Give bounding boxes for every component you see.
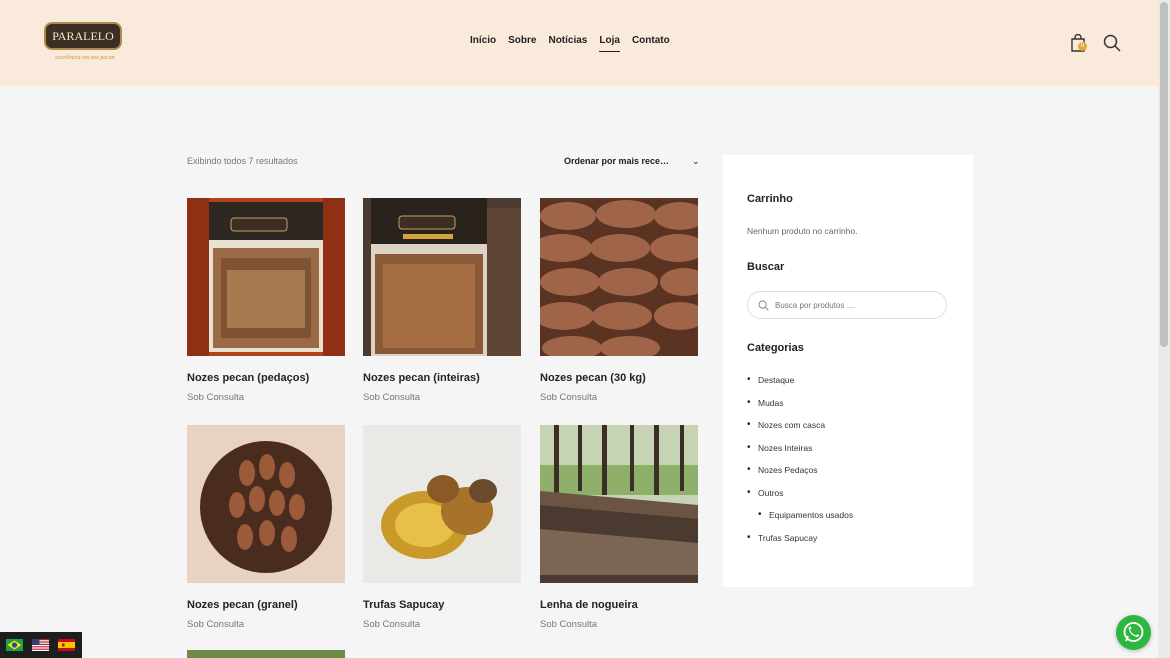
product-image[interactable] xyxy=(540,198,698,356)
product-image[interactable] xyxy=(540,425,698,583)
product-price: Sob Consulta xyxy=(187,619,245,630)
scroll-thumb[interactable] xyxy=(1160,2,1168,347)
cart-widget-title: Carrinho xyxy=(747,193,793,205)
ordering-select[interactable]: Ordenar por mais rece… ⌄ xyxy=(564,156,700,166)
product-image[interactable] xyxy=(187,198,345,356)
chevron-down-icon: ⌄ xyxy=(692,156,700,166)
cart-count-badge: 0 xyxy=(1078,42,1087,51)
product-image[interactable] xyxy=(363,425,521,583)
logo-tagline: excelência em noz pecan xyxy=(55,55,115,61)
brazil-flag-icon[interactable] xyxy=(6,639,23,651)
search-icon xyxy=(758,300,769,311)
product-title[interactable]: Nozes pecan (pedaços) xyxy=(187,372,309,384)
nav-contato[interactable]: Contato xyxy=(632,35,670,51)
product-price: Sob Consulta xyxy=(363,392,421,403)
nav-inicio[interactable]: Início xyxy=(470,35,496,51)
subcategory-item[interactable]: Equipamentos usados xyxy=(747,508,957,531)
product-image[interactable] xyxy=(187,425,345,583)
main-nav: Início Sobre Notícias Loja Contato xyxy=(470,35,682,52)
page-scrollbar[interactable] xyxy=(1158,0,1170,658)
spain-flag-icon[interactable] xyxy=(58,639,75,651)
product-search-box[interactable] xyxy=(747,291,947,319)
product-search-input[interactable] xyxy=(775,298,935,312)
nav-loja[interactable]: Loja xyxy=(599,35,620,52)
product-card[interactable]: Trufas Sapucay Sob Consulta xyxy=(363,425,521,630)
cart-empty-message: Nenhum produto no carrinho. xyxy=(747,226,858,236)
site-logo[interactable]: PARALELO 30 excelência em noz pecan xyxy=(44,22,124,67)
result-count: Exibindo todos 7 resultados xyxy=(187,156,298,166)
category-item[interactable]: Destaque xyxy=(747,373,957,396)
search-icon[interactable] xyxy=(1103,34,1121,52)
product-card[interactable]: Nozes pecan (30 kg) Sob Consulta xyxy=(540,198,698,403)
sidebar: Carrinho Nenhum produto no carrinho. Bus… xyxy=(723,155,973,587)
logo-badge: PARALELO 30 xyxy=(44,22,122,67)
site-header: PARALELO 30 excelência em noz pecan Iníc… xyxy=(0,0,1158,86)
category-list: Destaque Mudas Nozes com casca Nozes Int… xyxy=(747,373,957,553)
category-item[interactable]: Nozes Pedaços xyxy=(747,463,957,486)
product-card[interactable]: Nozes pecan (pedaços) Sob Consulta xyxy=(187,198,345,403)
nav-sobre[interactable]: Sobre xyxy=(508,35,536,51)
whatsapp-icon xyxy=(1123,622,1144,642)
product-price: Sob Consulta xyxy=(540,392,598,403)
product-card[interactable]: Lenha de nogueira Sob Consulta xyxy=(540,425,698,630)
usa-flag-icon[interactable] xyxy=(32,639,49,651)
nav-noticias[interactable]: Notícias xyxy=(548,35,587,51)
product-title[interactable]: Nozes pecan (30 kg) xyxy=(540,372,646,384)
categories-widget-title: Categorias xyxy=(747,342,804,354)
ordering-label: Ordenar por mais rece… xyxy=(564,156,670,166)
product-title[interactable]: Trufas Sapucay xyxy=(363,599,444,611)
category-item[interactable]: Mudas xyxy=(747,396,957,419)
category-item[interactable]: Nozes Inteiras xyxy=(747,441,957,464)
category-item[interactable]: Nozes com casca xyxy=(747,418,957,441)
product-card[interactable]: Nozes pecan (inteiras) Sob Consulta xyxy=(363,198,521,403)
category-item[interactable]: Trufas Sapucay xyxy=(747,531,957,554)
product-title[interactable]: Lenha de nogueira xyxy=(540,599,638,611)
product-title[interactable]: Nozes pecan (granel) xyxy=(187,599,298,611)
product-price: Sob Consulta xyxy=(187,392,245,403)
product-card[interactable]: Nozes pecan (granel) Sob Consulta xyxy=(187,425,345,630)
whatsapp-button[interactable] xyxy=(1116,615,1151,650)
language-switcher xyxy=(0,632,82,658)
search-widget-title: Buscar xyxy=(747,261,785,273)
product-title[interactable]: Nozes pecan (inteiras) xyxy=(363,372,480,384)
product-image-partial[interactable] xyxy=(187,650,345,658)
category-item[interactable]: Outros xyxy=(747,486,957,509)
product-price: Sob Consulta xyxy=(540,619,598,630)
product-price: Sob Consulta xyxy=(363,619,421,630)
product-image[interactable] xyxy=(363,198,521,356)
